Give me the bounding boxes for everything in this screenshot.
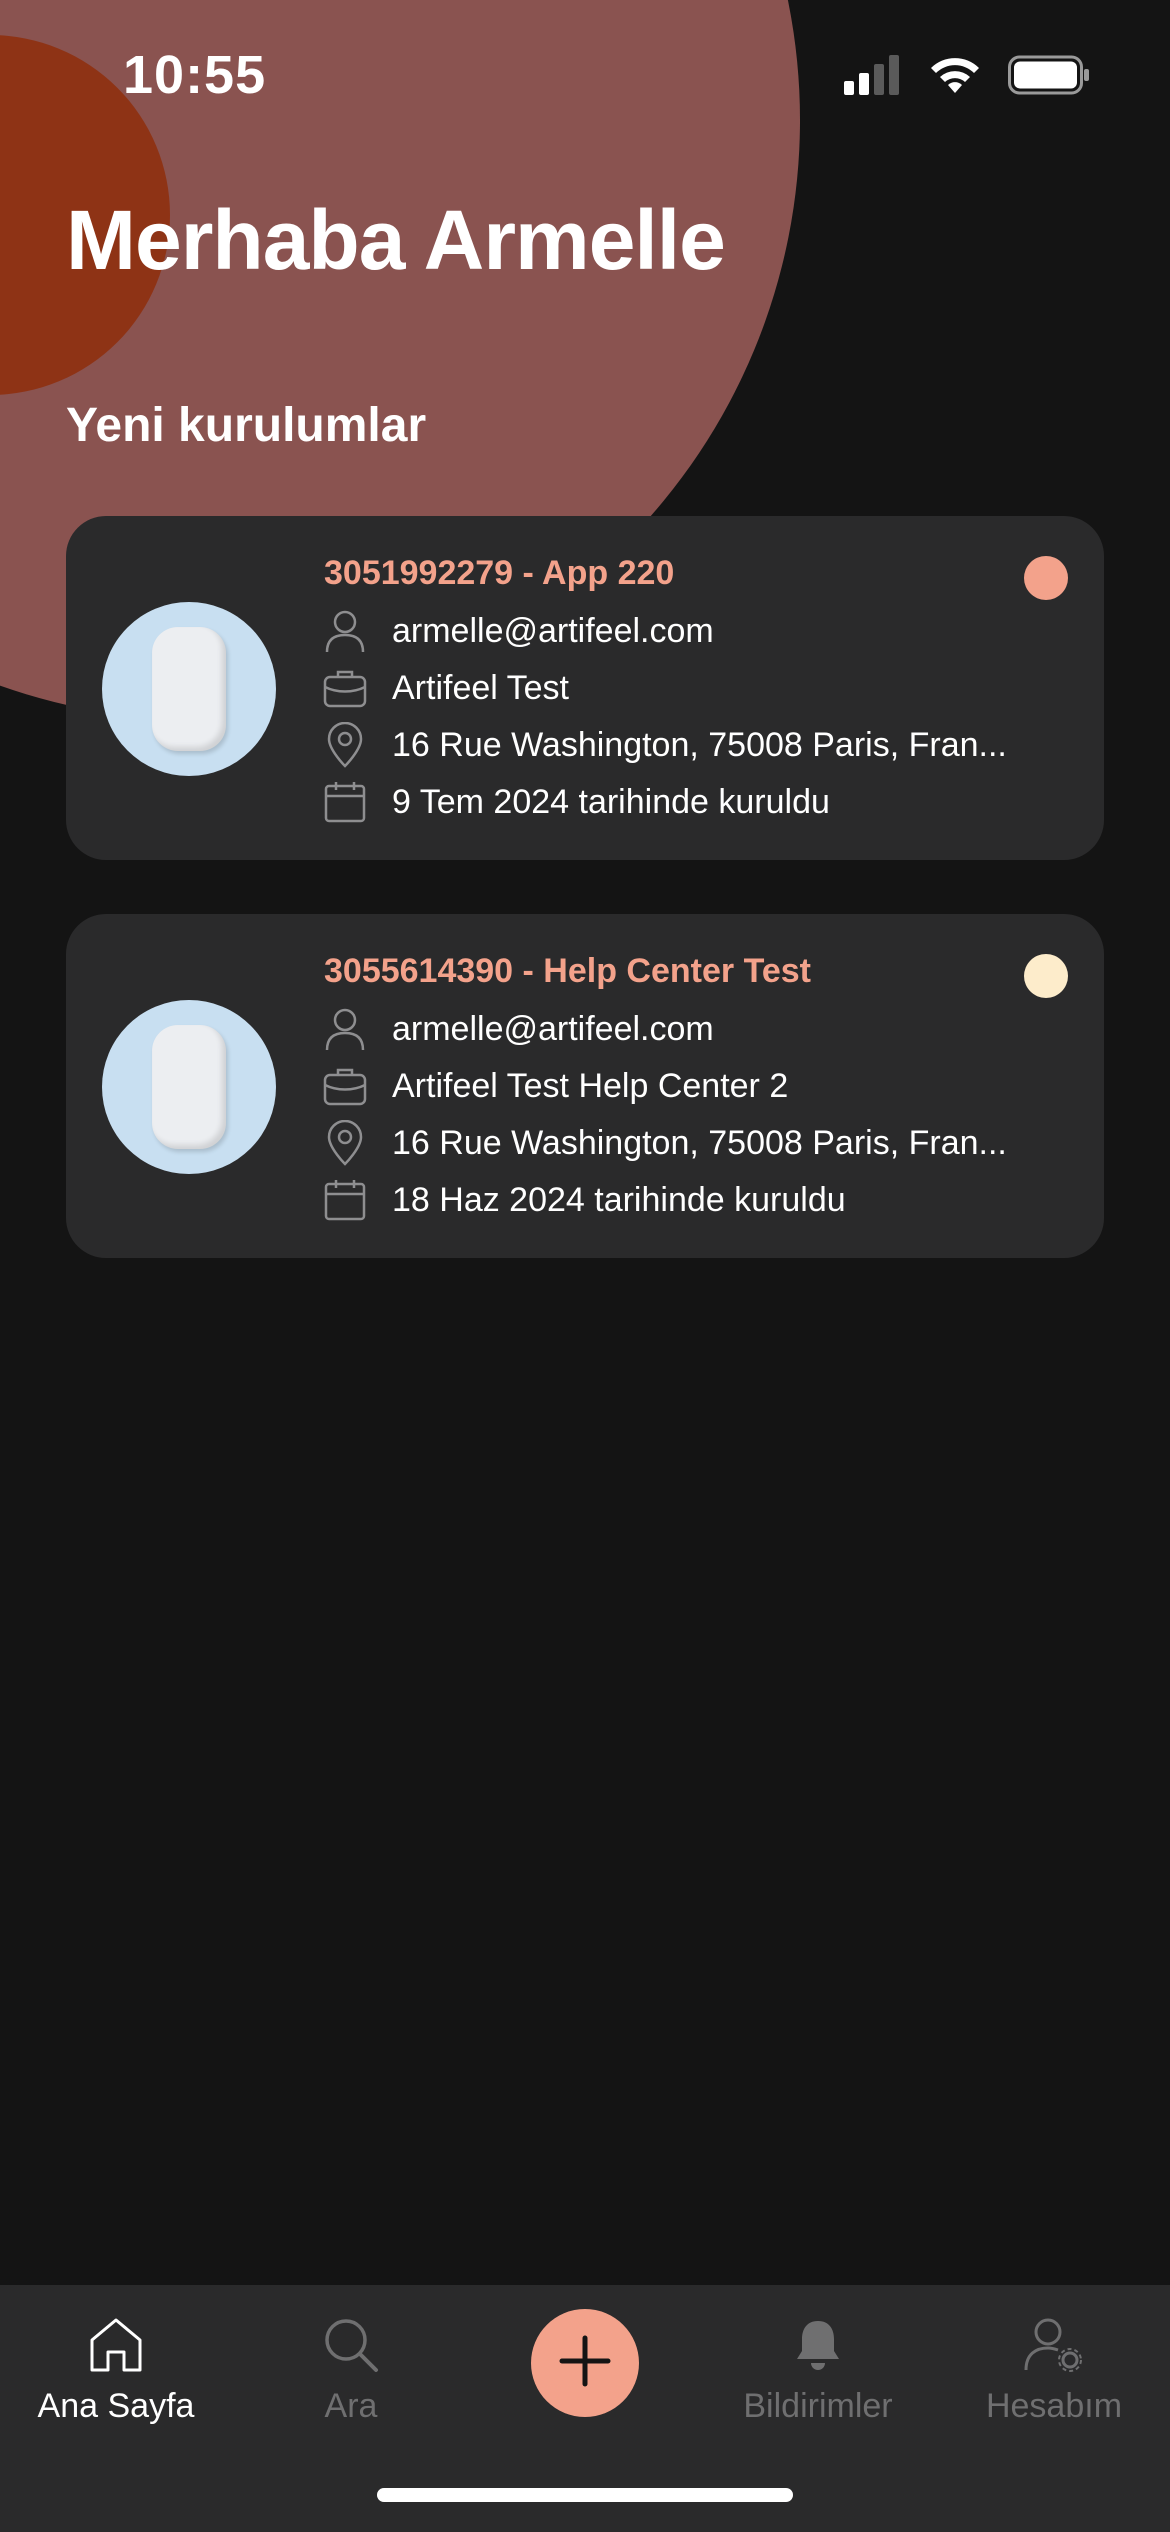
device-avatar (102, 1000, 276, 1174)
location-pin-icon (322, 1120, 368, 1166)
device-avatar (102, 602, 276, 776)
home-screen: 10:55 Merhaba Armelle Yeni kurulumlar 30… (0, 0, 1170, 2532)
installation-title: 3051992279 - App 220 (324, 554, 675, 592)
tab-home[interactable]: Ana Sayfa (6, 2307, 226, 2426)
info-row-date: 18 Haz 2024 tarihinde kuruldu (322, 1175, 846, 1225)
installation-card[interactable]: 3051992279 - App 220 armelle@artifeel.co… (66, 516, 1104, 860)
plus-icon (558, 2334, 612, 2393)
status-icons (844, 55, 1090, 100)
tab-home-label: Ana Sayfa (37, 2387, 195, 2425)
search-icon (322, 2307, 380, 2383)
installation-title: 3055614390 - Help Center Test (324, 952, 811, 990)
info-row-email: armelle@artifeel.com (322, 606, 714, 656)
installation-date: 18 Haz 2024 tarihinde kuruldu (392, 1180, 846, 1219)
status-time: 10:55 (123, 45, 267, 105)
calendar-icon (322, 779, 368, 825)
user-icon (322, 608, 368, 654)
tab-notifications-label: Bildirimler (743, 2387, 893, 2425)
installation-card[interactable]: 3055614390 - Help Center Test armelle@ar… (66, 914, 1104, 1258)
installation-address: 16 Rue Washington, 75008 Paris, Fran... (392, 725, 1007, 764)
add-installation-button[interactable] (531, 2309, 639, 2417)
info-row-date: 9 Tem 2024 tarihinde kuruldu (322, 777, 830, 827)
account-settings-icon (1024, 2307, 1084, 2383)
briefcase-icon (322, 1063, 368, 1109)
info-row-company: Artifeel Test (322, 663, 569, 713)
briefcase-icon (322, 665, 368, 711)
installation-company: Artifeel Test Help Center 2 (392, 1066, 789, 1105)
info-row-company: Artifeel Test Help Center 2 (322, 1061, 788, 1111)
tab-account-label: Hesabım (985, 2387, 1123, 2425)
tab-search[interactable]: Ara (241, 2307, 461, 2426)
home-icon (88, 2307, 144, 2383)
status-dot (1024, 556, 1068, 600)
installation-company: Artifeel Test (392, 668, 570, 707)
installation-email: armelle@artifeel.com (392, 611, 714, 650)
location-pin-icon (322, 722, 368, 768)
bell-icon (793, 2307, 843, 2383)
info-row-address: 16 Rue Washington, 75008 Paris, Fran... (322, 720, 1007, 770)
tab-search-label: Ara (324, 2387, 378, 2425)
section-title: Yeni kurulumlar (66, 399, 427, 452)
info-row-address: 16 Rue Washington, 75008 Paris, Fran... (322, 1118, 1007, 1168)
home-indicator (377, 2488, 793, 2502)
battery-icon (1008, 55, 1090, 100)
status-dot (1024, 954, 1068, 998)
wifi-icon (928, 55, 982, 100)
calendar-icon (322, 1177, 368, 1223)
info-row-email: armelle@artifeel.com (322, 1004, 714, 1054)
installation-date: 9 Tem 2024 tarihinde kuruldu (392, 782, 830, 821)
user-icon (322, 1006, 368, 1052)
tab-notifications[interactable]: Bildirimler (708, 2307, 928, 2426)
installation-email: armelle@artifeel.com (392, 1009, 714, 1048)
greeting-title: Merhaba Armelle (66, 193, 726, 287)
installation-address: 16 Rue Washington, 75008 Paris, Fran... (392, 1123, 1007, 1162)
signal-icon (844, 55, 902, 100)
tab-account[interactable]: Hesabım (944, 2307, 1164, 2426)
